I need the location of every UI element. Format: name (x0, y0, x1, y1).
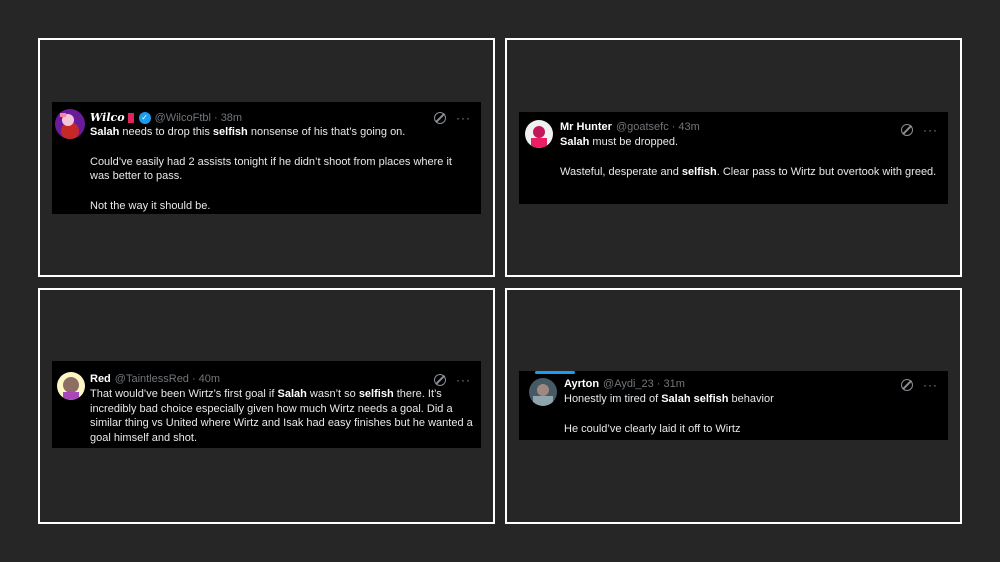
highlighted-term: selfish (212, 126, 248, 138)
tweet-text: . Clear pass to Wirtz but overtook with … (716, 165, 937, 178)
tweet-body: That would’ve been Wirtz’s first goal if… (90, 387, 474, 445)
tweet-header: Ayrton @Aydi_23 · 31m (564, 378, 685, 390)
tweet-card-wilco[interactable]: Wilco ✓ @WilcoFtbl · 38m ··· Salah needs… (52, 102, 481, 214)
highlighted-term: selfish (681, 165, 717, 178)
flag-emoji-icon (127, 112, 134, 123)
tweet-text: Wasteful, desperate and (560, 165, 682, 178)
tweet-text: Honestly im tired of (564, 393, 662, 405)
tweet-text: behavior (728, 393, 774, 405)
more-icon[interactable]: ··· (923, 124, 938, 136)
tweet-paragraph: Wasteful, desperate and selfish. Clear p… (560, 165, 938, 180)
grok-icon[interactable] (434, 112, 446, 124)
tweet-actions: ··· (901, 379, 938, 391)
more-icon[interactable]: ··· (456, 112, 471, 124)
tweet-header: Red @TaintlessRed · 40m (90, 373, 220, 385)
highlighted-term: selfish (693, 393, 729, 405)
tweet-body: Salah must be dropped. Wasteful, desperat… (560, 135, 938, 179)
tweet-text: wasn’t so (306, 388, 359, 400)
tweet-card-ayrton[interactable]: Ayrton @Aydi_23 · 31m ··· Honestly im ti… (519, 371, 948, 440)
tweet-paragraph: Salah must be dropped. (560, 135, 938, 150)
author-name[interactable]: Red (90, 373, 111, 385)
verified-icon: ✓ (138, 111, 151, 124)
tweet-text: nonsense of his that’s going on. (247, 126, 406, 138)
highlighted-term: Salah (661, 393, 691, 405)
tweet-paragraph: Honestly im tired of Salah selfish behav… (564, 392, 940, 407)
author-name[interactable]: Mr Hunter (560, 121, 612, 133)
tweet-actions: ··· (434, 112, 471, 124)
highlighted-term: Salah (277, 388, 307, 400)
tweet-body: Salah needs to drop this selfish nonsens… (90, 125, 470, 213)
author-handle[interactable]: @Aydi_23 (603, 378, 654, 390)
author-name[interactable]: Wilco (90, 111, 125, 124)
more-icon[interactable]: ··· (923, 379, 938, 391)
tweet-paragraph: He could’ve clearly laid it off to Wirtz (564, 422, 940, 437)
avatar[interactable] (55, 109, 85, 139)
tweet-body: Honestly im tired of Salah selfish behav… (564, 392, 940, 436)
tweet-text: That would’ve been Wirtz’s first goal if (90, 388, 278, 400)
avatar[interactable] (57, 372, 85, 400)
highlighted-term: selfish (358, 388, 394, 400)
tweet-header: Wilco ✓ @WilcoFtbl · 38m (90, 111, 242, 124)
author-name[interactable]: Ayrton (564, 378, 599, 390)
tweet-time[interactable]: · 31m (657, 378, 685, 390)
tweet-card-red[interactable]: Red @TaintlessRed · 40m ··· That would’v… (52, 361, 481, 448)
tweet-text: Not the way it should be. (90, 199, 211, 212)
tweet-text: Could’ve easily had 2 assists tonight if… (90, 155, 452, 183)
tweet-paragraph: That would’ve been Wirtz’s first goal if… (90, 387, 474, 445)
tweet-actions: ··· (434, 374, 471, 386)
tweet-text: He could’ve clearly laid it off to Wirtz (564, 422, 741, 435)
tweet-header: Mr Hunter @goatsefc · 43m (560, 121, 700, 133)
tweet-paragraph: Could’ve easily had 2 assists tonight if… (90, 155, 470, 184)
tweet-time[interactable]: · 38m (214, 112, 242, 124)
grok-icon[interactable] (434, 374, 446, 386)
avatar[interactable] (525, 120, 553, 148)
author-handle[interactable]: @goatsefc (616, 121, 669, 133)
more-icon[interactable]: ··· (456, 374, 471, 386)
tweet-text: needs to drop this (119, 126, 213, 138)
author-handle[interactable]: @WilcoFtbl (155, 112, 211, 124)
tweet-time[interactable]: · 43m (672, 121, 700, 133)
highlighted-term: Salah (90, 126, 120, 138)
tweet-text: must be dropped. (589, 136, 679, 148)
highlighted-term: Salah (560, 136, 590, 148)
grok-icon[interactable] (901, 379, 913, 391)
tweet-paragraph: Not the way it should be. (90, 199, 470, 214)
tweet-paragraph: Salah needs to drop this selfish nonsens… (90, 125, 470, 140)
author-handle[interactable]: @TaintlessRed (115, 373, 189, 385)
avatar[interactable] (529, 378, 557, 406)
tab-indicator (535, 371, 575, 374)
tweet-time[interactable]: · 40m (192, 373, 220, 385)
tweet-card-mr-hunter[interactable]: Mr Hunter @goatsefc · 43m ··· Salah must… (519, 112, 948, 204)
